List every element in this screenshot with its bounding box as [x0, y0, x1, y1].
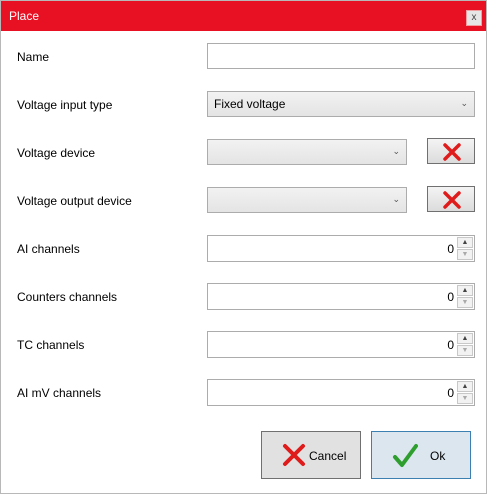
tc-channels-value: 0 [447, 338, 454, 352]
voltage-input-type-label: Voltage input type [17, 98, 113, 112]
spin-up-icon[interactable]: ▲ [457, 237, 473, 248]
tc-channels-row: TC channels 0 ▲ ▼ [1, 331, 486, 359]
ok-label: Ok [430, 449, 446, 463]
clear-voltage-output-device-button[interactable] [427, 186, 475, 212]
green-check-icon [393, 444, 418, 467]
close-button[interactable]: x [466, 10, 482, 26]
chevron-down-icon: ⌄ [392, 194, 400, 204]
counters-channels-label: Counters channels [17, 290, 118, 304]
red-x-icon [283, 444, 305, 466]
chevron-down-icon: ⌄ [392, 146, 400, 156]
name-label: Name [17, 50, 50, 64]
counters-channels-row: Counters channels 0 ▲ ▼ [1, 283, 486, 311]
voltage-input-type-row: Voltage input type Fixed voltage ⌄ [1, 91, 486, 119]
tc-channels-spinner[interactable]: 0 ▲ ▼ [207, 331, 475, 358]
voltage-device-dropdown[interactable]: ⌄ [207, 139, 407, 165]
voltage-device-label: Voltage device [17, 146, 96, 160]
ai-mv-channels-label: AI mV channels [17, 386, 102, 400]
spin-up-icon[interactable]: ▲ [457, 381, 473, 392]
red-x-icon [443, 191, 461, 209]
spin-up-icon[interactable]: ▲ [457, 285, 473, 296]
clear-voltage-device-button[interactable] [427, 138, 475, 164]
counters-channels-value: 0 [447, 290, 454, 304]
voltage-output-device-row: Voltage output device ⌄ [1, 186, 486, 215]
red-x-icon [443, 143, 461, 161]
tc-channels-label: TC channels [17, 338, 85, 352]
voltage-device-row: Voltage device ⌄ [1, 138, 486, 167]
counters-channels-spinner[interactable]: 0 ▲ ▼ [207, 283, 475, 310]
ai-channels-row: AI channels 0 ▲ ▼ [1, 235, 486, 263]
ai-channels-spinner[interactable]: 0 ▲ ▼ [207, 235, 475, 262]
spin-up-icon[interactable]: ▲ [457, 333, 473, 344]
place-dialog: Place x Name Voltage input type Fixed vo… [0, 0, 487, 494]
ai-mv-channels-value: 0 [447, 386, 454, 400]
spin-down-icon[interactable]: ▼ [457, 345, 473, 356]
window-title: Place [9, 9, 40, 23]
cancel-label: Cancel [309, 449, 347, 463]
voltage-input-type-value: Fixed voltage [214, 97, 286, 111]
name-row: Name [1, 43, 486, 71]
spin-down-icon[interactable]: ▼ [457, 249, 473, 260]
name-input[interactable] [207, 43, 475, 69]
ok-button[interactable]: Ok [371, 431, 471, 479]
voltage-output-device-dropdown[interactable]: ⌄ [207, 187, 407, 213]
spin-down-icon[interactable]: ▼ [457, 297, 473, 308]
ai-mv-channels-spinner[interactable]: 0 ▲ ▼ [207, 379, 475, 406]
voltage-input-type-dropdown[interactable]: Fixed voltage ⌄ [207, 91, 475, 117]
voltage-output-device-label: Voltage output device [17, 194, 132, 208]
chevron-down-icon: ⌄ [460, 98, 468, 108]
spin-down-icon[interactable]: ▼ [457, 393, 473, 404]
ai-channels-label: AI channels [17, 242, 80, 256]
cancel-button[interactable]: Cancel [261, 431, 361, 479]
ai-mv-channels-row: AI mV channels 0 ▲ ▼ [1, 379, 486, 407]
ai-channels-value: 0 [447, 242, 454, 256]
title-bar: Place x [1, 1, 486, 31]
